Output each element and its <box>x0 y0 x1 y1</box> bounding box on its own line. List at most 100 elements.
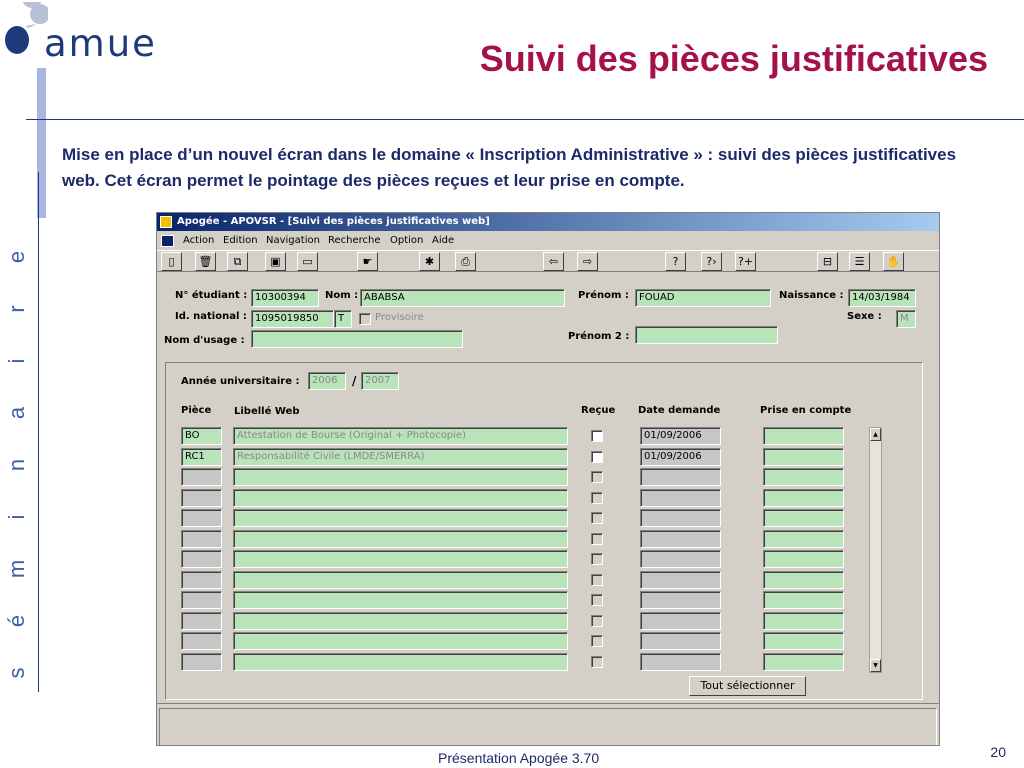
piece-code-field[interactable]: BO <box>181 427 222 445</box>
libelle-web-field[interactable] <box>233 612 568 630</box>
recue-checkbox[interactable] <box>591 512 603 524</box>
recue-checkbox[interactable] <box>591 635 603 647</box>
prise-en-compte-field[interactable] <box>763 448 844 466</box>
piece-code-field[interactable] <box>181 653 222 671</box>
recue-checkbox[interactable] <box>591 451 603 463</box>
prise-en-compte-field[interactable] <box>763 489 844 507</box>
date-demande-field[interactable] <box>640 591 721 609</box>
query-add-icon[interactable]: ?+ <box>735 252 756 271</box>
menu-action[interactable]: Action <box>181 232 216 250</box>
date-demande-field[interactable] <box>640 653 721 671</box>
date-demande-field[interactable] <box>640 632 721 650</box>
piece-code-field[interactable] <box>181 591 222 609</box>
tools-icon[interactable]: ✱ <box>419 252 440 271</box>
libelle-web-field[interactable] <box>233 489 568 507</box>
form-icon[interactable]: ▭ <box>297 252 318 271</box>
arrow-left-icon[interactable]: ⇦ <box>543 252 564 271</box>
national-id-field[interactable]: 1095019850 <box>251 310 334 328</box>
hand-icon[interactable]: ☛ <box>357 252 378 271</box>
query-icon[interactable]: ? <box>665 252 686 271</box>
piece-code-field[interactable] <box>181 632 222 650</box>
menu-aide[interactable]: Aide <box>430 232 456 250</box>
date-demande-field[interactable] <box>640 468 721 486</box>
piece-code-field[interactable] <box>181 550 222 568</box>
piece-code-field[interactable] <box>181 571 222 589</box>
libelle-web-field[interactable] <box>233 468 568 486</box>
piece-code-field[interactable] <box>181 530 222 548</box>
national-id-suffix-field[interactable]: T <box>334 310 352 328</box>
piece-code-field[interactable]: RC1 <box>181 448 222 466</box>
arrow-right-icon[interactable]: ⇨ <box>577 252 598 271</box>
prenom2-field[interactable] <box>635 326 778 344</box>
libelle-web-field[interactable] <box>233 509 568 527</box>
menu-edition[interactable]: Edition <box>221 232 260 250</box>
prise-en-compte-field[interactable] <box>763 530 844 548</box>
prenom-field[interactable]: FOUAD <box>635 289 771 307</box>
prise-en-compte-field[interactable] <box>763 550 844 568</box>
menu-option[interactable]: Option <box>388 232 425 250</box>
recue-checkbox[interactable] <box>591 574 603 586</box>
piece-code-field[interactable] <box>181 509 222 527</box>
window-icon[interactable]: ⊟ <box>817 252 838 271</box>
window-titlebar[interactable]: Apogée - APOVSR - [Suivi des pièces just… <box>157 213 939 231</box>
date-demande-field[interactable] <box>640 571 721 589</box>
hand-stop-icon[interactable]: ✋ <box>883 252 904 271</box>
select-all-button[interactable]: Tout sélectionner <box>689 676 806 696</box>
recue-checkbox[interactable] <box>591 553 603 565</box>
list-icon[interactable]: ☰ <box>849 252 870 271</box>
prise-en-compte-field[interactable] <box>763 468 844 486</box>
form-window-icon[interactable] <box>161 235 174 247</box>
recue-checkbox[interactable] <box>591 471 603 483</box>
libelle-web-field[interactable] <box>233 632 568 650</box>
libelle-web-field[interactable] <box>233 530 568 548</box>
recue-checkbox[interactable] <box>591 594 603 606</box>
date-demande-field[interactable] <box>640 509 721 527</box>
date-demande-field[interactable] <box>640 489 721 507</box>
prise-en-compte-field[interactable] <box>763 427 844 445</box>
prise-en-compte-field[interactable] <box>763 591 844 609</box>
libelle-web-field[interactable] <box>233 571 568 589</box>
libelle-web-field[interactable] <box>233 653 568 671</box>
save-icon[interactable]: ▣ <box>265 252 286 271</box>
nom-field[interactable]: ABABSA <box>360 289 565 307</box>
recue-checkbox[interactable] <box>591 615 603 627</box>
recue-checkbox[interactable] <box>591 430 603 442</box>
recue-checkbox[interactable] <box>591 656 603 668</box>
date-demande-field[interactable]: 01/09/2006 <box>640 427 721 445</box>
sexe-field[interactable]: M <box>896 310 916 328</box>
naissance-field[interactable]: 14/03/1984 <box>848 289 916 307</box>
annee-start-field[interactable]: 2006 <box>308 372 346 390</box>
menu-navigation[interactable]: Navigation <box>264 232 322 250</box>
annee-end-field[interactable]: 2007 <box>361 372 399 390</box>
date-demande-field[interactable] <box>640 612 721 630</box>
query-execute-icon[interactable]: ?› <box>701 252 722 271</box>
scroll-down-icon[interactable]: ▼ <box>870 659 881 672</box>
provisoire-checkbox[interactable] <box>359 313 371 325</box>
print-icon[interactable]: ⎙ <box>455 252 476 271</box>
piece-code-field[interactable] <box>181 468 222 486</box>
date-demande-field[interactable] <box>640 530 721 548</box>
date-demande-field[interactable] <box>640 550 721 568</box>
piece-code-field[interactable] <box>181 612 222 630</box>
libelle-web-field[interactable] <box>233 550 568 568</box>
copy-icon[interactable]: ⧉ <box>227 252 248 271</box>
prise-en-compte-field[interactable] <box>763 612 844 630</box>
recue-checkbox[interactable] <box>591 533 603 545</box>
nom-usage-field[interactable] <box>251 330 463 348</box>
menu-recherche[interactable]: Recherche <box>326 232 383 250</box>
prise-en-compte-field[interactable] <box>763 632 844 650</box>
libelle-web-field[interactable] <box>233 591 568 609</box>
scroll-up-icon[interactable]: ▲ <box>870 428 881 441</box>
delete-icon[interactable]: 🗑 <box>195 252 216 271</box>
libelle-web-field[interactable]: Attestation de Bourse (Original + Photoc… <box>233 427 568 445</box>
libelle-web-field[interactable]: Responsabilité Civile (LMDE/SMERRA) <box>233 448 568 466</box>
table-scrollbar[interactable]: ▲ ▼ <box>869 427 882 673</box>
prise-en-compte-field[interactable] <box>763 571 844 589</box>
new-icon[interactable]: ▯ <box>161 252 182 271</box>
student-number-field[interactable]: 10300394 <box>251 289 319 307</box>
prise-en-compte-field[interactable] <box>763 653 844 671</box>
prise-en-compte-field[interactable] <box>763 509 844 527</box>
piece-code-field[interactable] <box>181 489 222 507</box>
recue-checkbox[interactable] <box>591 492 603 504</box>
date-demande-field[interactable]: 01/09/2006 <box>640 448 721 466</box>
